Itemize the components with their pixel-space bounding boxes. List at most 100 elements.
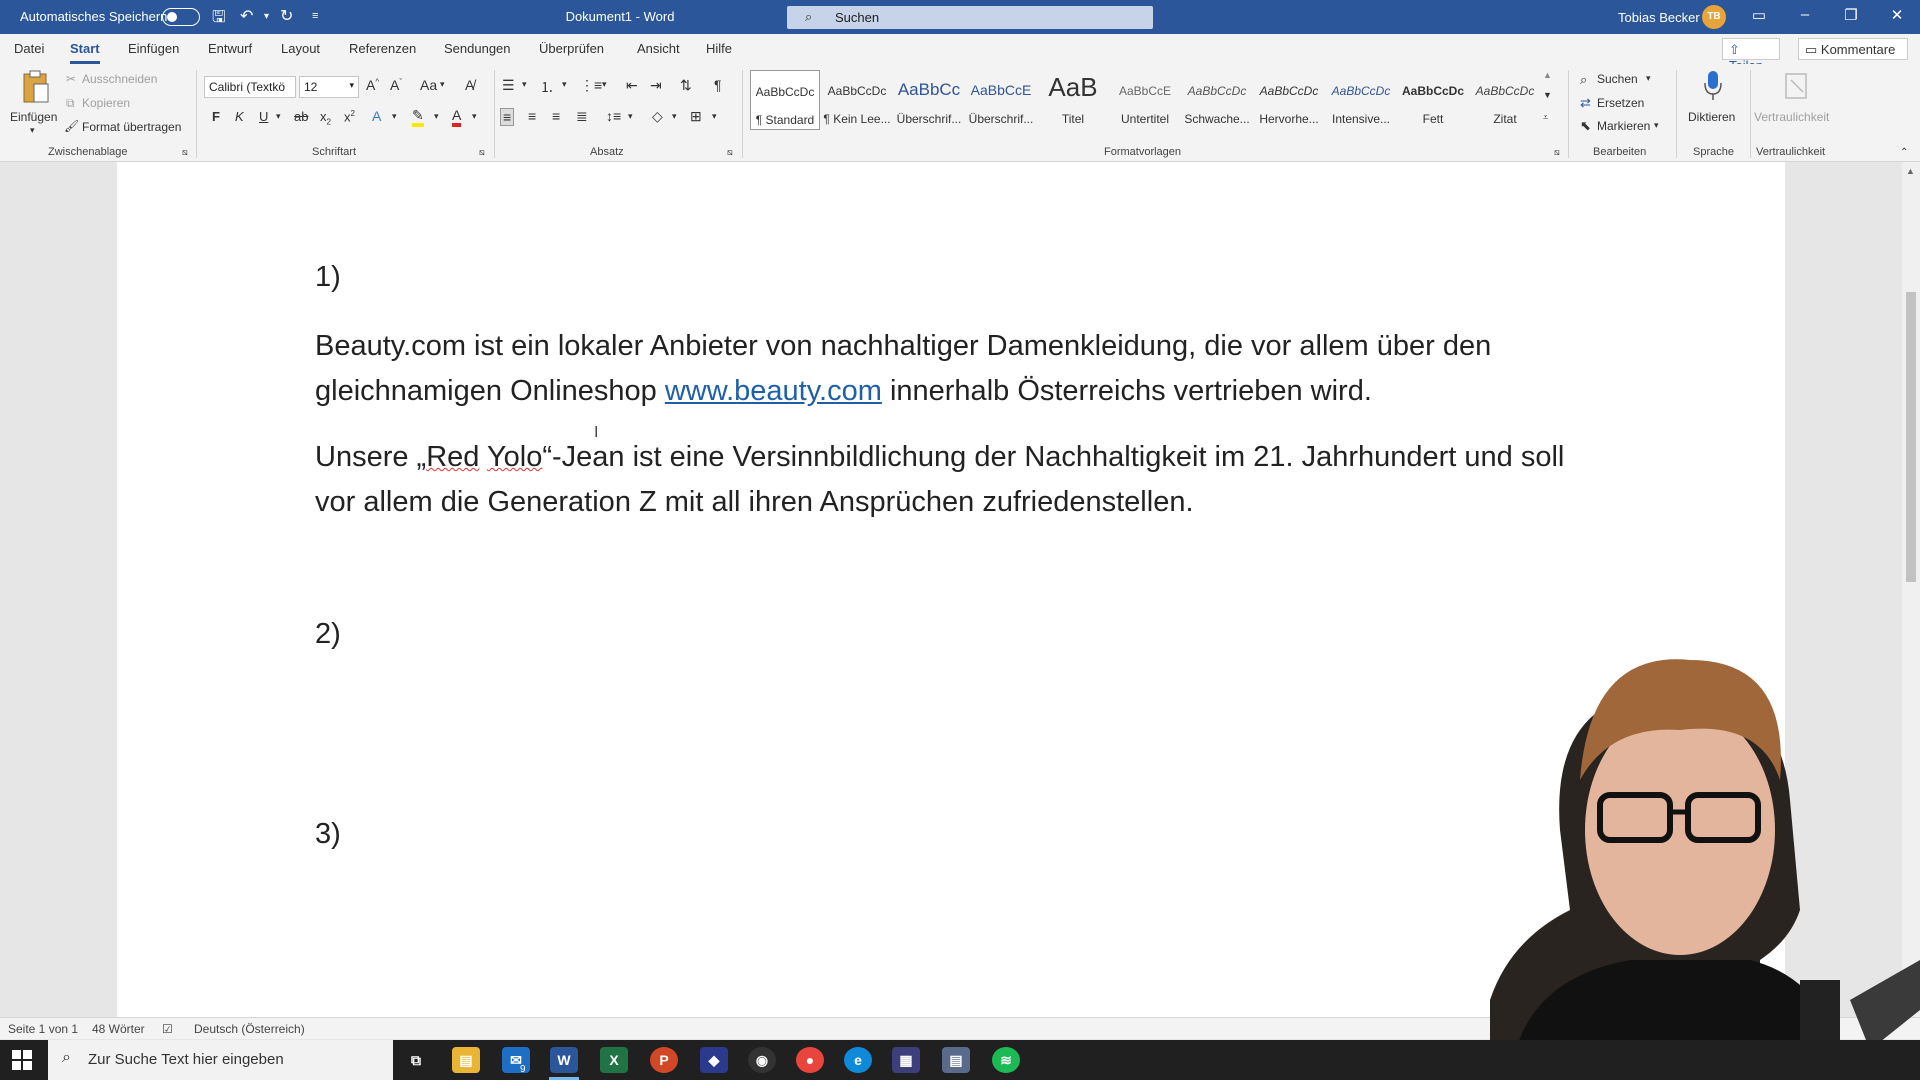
scrollbar-thumb[interactable]	[1906, 292, 1916, 582]
gallery-more-icon[interactable]: ⩡	[1543, 112, 1548, 123]
paste-button[interactable]: Einfügen ▾	[10, 68, 60, 138]
clear-formatting-icon[interactable]: A̸	[465, 77, 474, 93]
tab-ansicht[interactable]: Ansicht	[637, 41, 680, 56]
sort-icon[interactable]: ⇅	[680, 77, 692, 94]
customize-qat-icon[interactable]: ≡	[312, 10, 318, 22]
align-left-icon[interactable]: ≡	[500, 108, 515, 126]
taskbar-search[interactable]: ⌕ Zur Suche Text hier eingeben	[48, 1040, 393, 1080]
language-indicator[interactable]: Deutsch (Österreich)	[194, 1022, 305, 1036]
save-icon[interactable]: 🖫	[212, 6, 226, 33]
font-launcher-icon[interactable]: ⧅	[479, 147, 485, 158]
underline-button[interactable]: U	[259, 109, 268, 124]
grow-font-icon[interactable]: A^	[366, 77, 379, 93]
format-painter-button[interactable]: Format übertragen	[82, 120, 181, 134]
heading-1[interactable]: 1)	[315, 255, 1595, 300]
align-right-icon[interactable]: ≡	[552, 108, 560, 124]
style-heading1[interactable]: AaBbCc Überschrif...	[894, 70, 964, 130]
text-effects-icon[interactable]: A	[372, 108, 381, 124]
bullets-icon[interactable]: ☰	[502, 77, 515, 94]
app-icon[interactable]: ◆	[700, 1047, 728, 1073]
minimize-icon[interactable]: –	[1790, 6, 1820, 23]
highlight-icon[interactable]: ✎	[412, 108, 424, 127]
styles-launcher-icon[interactable]: ⧅	[1554, 147, 1560, 158]
cut-button[interactable]: Ausschneiden	[82, 72, 157, 86]
app-icon-2[interactable]: ▦	[892, 1047, 920, 1073]
style-subtitle[interactable]: AaBbCcE Untertitel	[1110, 70, 1180, 130]
word-count[interactable]: 48 Wörter	[92, 1022, 145, 1036]
undo-dropdown-icon[interactable]: ▾	[264, 11, 269, 22]
font-name-select[interactable]: Calibri (Textkö	[204, 76, 296, 98]
share-button[interactable]: ⇧ Teilen	[1722, 38, 1780, 73]
tab-datei[interactable]: Datei	[14, 41, 44, 56]
comments-button[interactable]: ▭ Kommentare	[1798, 38, 1908, 60]
borders-icon[interactable]: ⊞	[690, 108, 702, 125]
bold-button[interactable]: F	[212, 109, 220, 124]
page-count[interactable]: Seite 1 von 1	[8, 1022, 78, 1036]
replace-button[interactable]: Ersetzen	[1597, 96, 1644, 110]
shrink-font-icon[interactable]: Aˇ	[390, 77, 402, 93]
tab-einfuegen[interactable]: Einfügen	[128, 41, 179, 56]
heading-2[interactable]: 2)	[315, 612, 1595, 657]
file-explorer-icon[interactable]: ▤	[452, 1047, 480, 1073]
collapse-ribbon-icon[interactable]: ⌃	[1900, 147, 1908, 158]
paragraph-2[interactable]: Unsere „Red Yolo“-Jean ist eine Versinnb…	[315, 435, 1595, 525]
powerpoint-icon[interactable]: P	[650, 1047, 678, 1073]
restore-icon[interactable]: ❐	[1836, 6, 1866, 24]
italic-button[interactable]: K	[235, 109, 244, 124]
copy-button[interactable]: Kopieren	[82, 96, 130, 110]
proofing-icon[interactable]: ☑	[162, 1022, 173, 1036]
tab-layout[interactable]: Layout	[281, 41, 320, 56]
style-strong[interactable]: AaBbCcDc Fett	[1398, 70, 1468, 130]
style-subtle-emphasis[interactable]: AaBbCcDc Schwache...	[1182, 70, 1252, 130]
paragraph-1[interactable]: Beauty.com ist ein lokaler Anbieter von …	[315, 324, 1595, 414]
edge-icon[interactable]: e	[844, 1047, 872, 1073]
paragraph-launcher-icon[interactable]: ⧅	[727, 147, 733, 158]
style-standard[interactable]: AaBbCcDc ¶ Standard	[750, 70, 820, 130]
website-link[interactable]: www.beauty.com	[665, 375, 882, 407]
word-icon[interactable]: W	[550, 1047, 578, 1073]
dictate-button[interactable]: Diktieren	[1682, 68, 1744, 140]
autosave-toggle[interactable]	[162, 8, 200, 26]
undo-icon[interactable]: ↶	[240, 6, 253, 26]
subscript-icon[interactable]: x2	[320, 109, 331, 127]
redo-icon[interactable]: ↻	[280, 6, 293, 26]
justify-icon[interactable]: ≣	[576, 108, 588, 125]
style-title[interactable]: AaB Titel	[1038, 70, 1108, 130]
change-case-button[interactable]: Aa	[420, 77, 437, 93]
tab-start[interactable]: Start	[70, 41, 100, 64]
tab-referenzen[interactable]: Referenzen	[349, 41, 416, 56]
sensitivity-button[interactable]: Vertraulichkeit	[1754, 68, 1840, 140]
tab-hilfe[interactable]: Hilfe	[706, 41, 732, 56]
spelling-error-red[interactable]: Red	[426, 441, 479, 473]
clipboard-launcher-icon[interactable]: ⧅	[182, 147, 188, 158]
numbering-icon[interactable]: ⒈	[540, 77, 554, 97]
line-spacing-icon[interactable]: ↕≡	[606, 108, 621, 124]
style-emphasis[interactable]: AaBbCcDc Hervorhe...	[1254, 70, 1324, 130]
style-intense-emphasis[interactable]: AaBbCcDc Intensive...	[1326, 70, 1396, 130]
shading-icon[interactable]: ◇	[652, 108, 663, 125]
style-heading2[interactable]: AaBbCcE Überschrif...	[966, 70, 1036, 130]
style-quote[interactable]: AaBbCcDc Zitat	[1470, 70, 1540, 130]
avatar[interactable]: TB	[1702, 5, 1726, 29]
font-size-select[interactable]: 12 ▾	[299, 76, 359, 98]
spotify-icon[interactable]: ≋	[992, 1047, 1020, 1073]
show-formatting-icon[interactable]: ¶	[714, 77, 722, 93]
strikethrough-icon[interactable]: ab	[294, 109, 308, 124]
heading-3[interactable]: 3)	[315, 812, 1595, 857]
find-button[interactable]: Suchen	[1597, 72, 1638, 86]
user-name[interactable]: Tobias Becker	[1618, 10, 1700, 25]
select-button[interactable]: Markieren	[1597, 119, 1650, 133]
ribbon-display-icon[interactable]: ▭	[1744, 6, 1774, 24]
close-icon[interactable]: ✕	[1882, 6, 1912, 24]
task-view-icon[interactable]: ⧉	[402, 1047, 430, 1073]
font-color-icon[interactable]: A	[452, 108, 462, 127]
tab-sendungen[interactable]: Sendungen	[444, 41, 511, 56]
notepad-icon[interactable]: ▤	[942, 1047, 970, 1073]
align-center-icon[interactable]: ≡	[528, 108, 536, 124]
increase-indent-icon[interactable]: ⇥	[650, 77, 662, 94]
excel-icon[interactable]: X	[600, 1047, 628, 1073]
superscript-icon[interactable]: x2	[344, 109, 355, 124]
tab-ueberpruefen[interactable]: Überprüfen	[539, 41, 604, 56]
gallery-down-icon[interactable]: ▼	[1543, 90, 1552, 100]
windows-start-icon[interactable]	[12, 1050, 32, 1070]
